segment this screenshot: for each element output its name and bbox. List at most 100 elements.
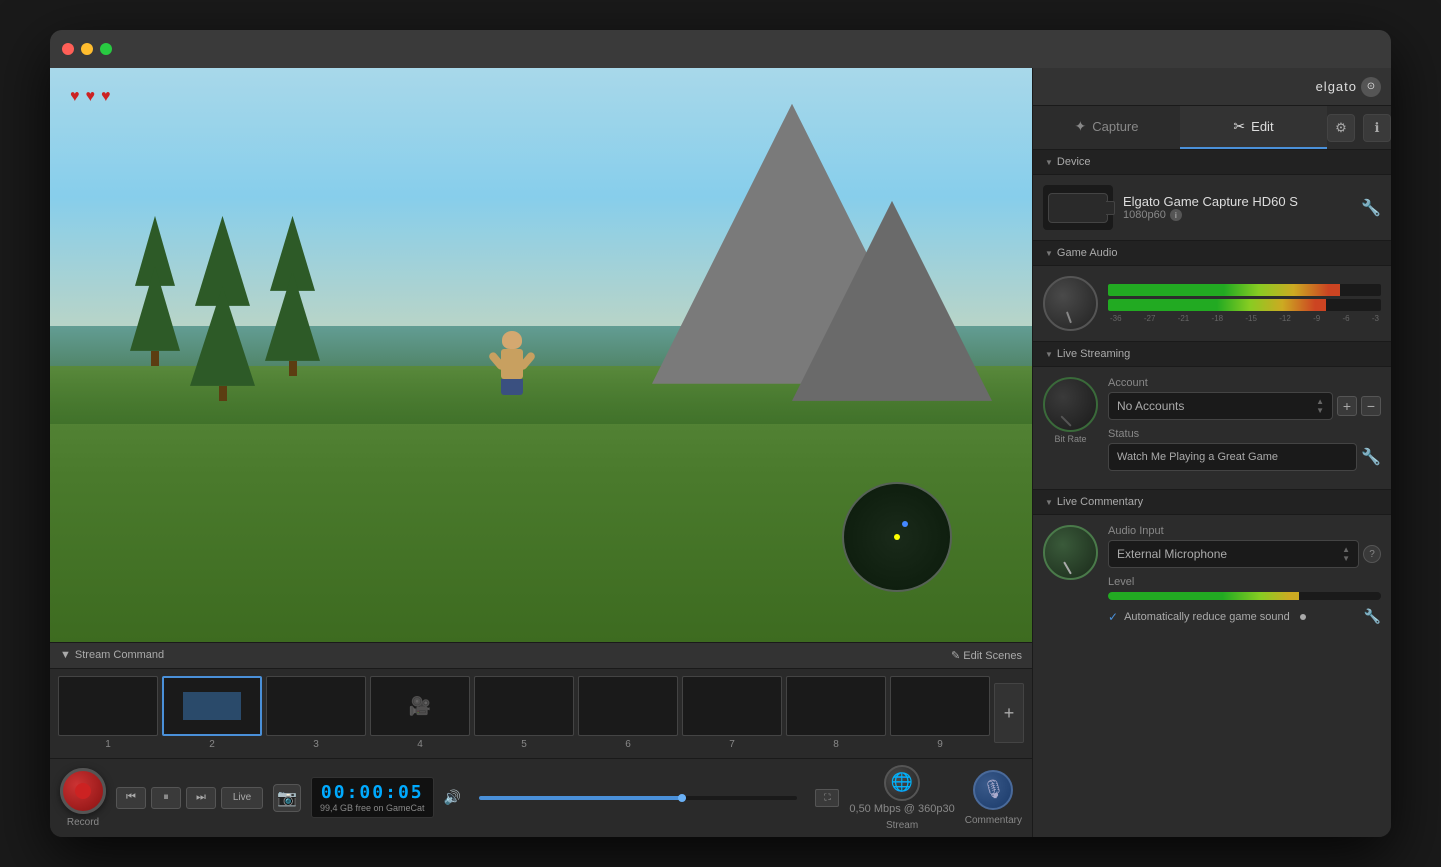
scene-item-8[interactable]: 8: [786, 676, 886, 750]
rewind-button[interactable]: ⏮: [116, 787, 146, 809]
device-info-icon[interactable]: i: [1170, 209, 1182, 221]
commentary-settings-button[interactable]: 🔧: [1364, 608, 1381, 625]
globe-icon: 🌐: [891, 772, 913, 793]
meter-num: -21: [1178, 314, 1190, 323]
audio-select-arrows: ▲ ▼: [1342, 545, 1350, 563]
meter-num: -9: [1313, 314, 1320, 323]
maximize-button[interactable]: [100, 43, 112, 55]
audio-help-button[interactable]: ?: [1363, 545, 1381, 563]
elgato-icon: ⊙: [1361, 77, 1381, 97]
volume-button[interactable]: 🔊: [444, 789, 461, 806]
triangle-icon: ▼: [60, 649, 71, 661]
game-audio-section-label: Game Audio: [1057, 247, 1118, 259]
audio-input-select[interactable]: External Microphone ▲ ▼: [1108, 540, 1359, 568]
timecode-text: 00:00:05: [320, 782, 425, 803]
scene-thumb-2[interactable]: [162, 676, 262, 736]
scene-thumb-1[interactable]: [58, 676, 158, 736]
scene-num-6: 6: [625, 739, 631, 750]
device-info: Elgato Game Capture HD60 S 1080p60 i: [1123, 194, 1351, 221]
meter-num: -12: [1279, 314, 1291, 323]
audio-knob[interactable]: [1043, 276, 1098, 331]
fast-forward-button[interactable]: ⏭: [186, 787, 216, 809]
scene-item-2[interactable]: 2: [162, 676, 262, 750]
status-label: Status: [1108, 428, 1381, 440]
scene-item-7[interactable]: 7: [682, 676, 782, 750]
heart-2: ♥: [86, 88, 96, 106]
info-button[interactable]: ℹ: [1363, 114, 1391, 142]
add-scene-button[interactable]: +: [994, 683, 1024, 743]
character: [492, 331, 532, 401]
audio-meter-2: [1108, 299, 1381, 311]
device-section-label: Device: [1057, 156, 1091, 168]
audio-section: -36 -27 -21 -18 -15 -12 -9 -6 -3: [1033, 266, 1391, 342]
edit-scenes-button[interactable]: ✎ Edit Scenes: [951, 649, 1022, 662]
tree-trunk: [289, 361, 297, 376]
audio-chevron-down-icon: ▼: [1342, 554, 1350, 563]
level-row: Level: [1108, 576, 1381, 600]
scene-thumb-3[interactable]: [266, 676, 366, 736]
tab-capture[interactable]: ✦ Capture: [1033, 106, 1180, 149]
record-button[interactable]: [60, 768, 106, 814]
tree-trunk: [219, 386, 227, 401]
scene-thumb-9[interactable]: [890, 676, 990, 736]
audio-input-row: External Microphone ▲ ▼ ?: [1108, 540, 1381, 568]
level-slider-fill: [1108, 592, 1299, 600]
streaming-settings-button[interactable]: 🔧: [1361, 447, 1381, 467]
audio-meter-bar-1: [1108, 284, 1340, 296]
live-streaming-section-label: Live Streaming: [1057, 348, 1130, 360]
commentary-label: Commentary: [965, 815, 1022, 826]
status-field[interactable]: Watch Me Playing a Great Game: [1108, 443, 1357, 471]
scene-thumb-8[interactable]: [786, 676, 886, 736]
scene-item-6[interactable]: 6: [578, 676, 678, 750]
scene-item-9[interactable]: 9: [890, 676, 990, 750]
scene-thumb-4[interactable]: 🎥: [370, 676, 470, 736]
fullscreen-button[interactable]: ⛶: [815, 789, 839, 807]
select-arrows: ▲ ▼: [1316, 397, 1324, 415]
live-commentary-section-header: ▼ Live Commentary: [1033, 490, 1391, 515]
audio-meter-1: [1108, 284, 1381, 296]
microphone-icon: 🎙: [982, 779, 1005, 800]
streaming-triangle-icon: ▼: [1045, 350, 1053, 359]
scene-item-3[interactable]: 3: [266, 676, 366, 750]
device-section-header: ▼ Device: [1033, 150, 1391, 175]
streaming-knob[interactable]: [1043, 377, 1098, 432]
minimize-button[interactable]: [81, 43, 93, 55]
commentary-button[interactable]: 🎙: [973, 770, 1013, 810]
game-audio-section-header: ▼ Game Audio: [1033, 241, 1391, 266]
minimap-dot: [894, 534, 900, 540]
stream-button[interactable]: 🌐: [884, 765, 920, 801]
scene-num-7: 7: [729, 739, 735, 750]
progress-bar[interactable]: [479, 796, 797, 800]
right-header: elgato ⊙: [1033, 68, 1391, 106]
live-button[interactable]: Live: [221, 787, 263, 809]
hearts: ♥ ♥ ♥: [70, 88, 111, 106]
live-commentary-section-label: Live Commentary: [1057, 496, 1143, 508]
settings-button[interactable]: ⚙: [1327, 114, 1355, 142]
scene-thumb-5[interactable]: [474, 676, 574, 736]
audio-input-label: Audio Input: [1108, 525, 1381, 537]
bitrate-text: 0,50 Mbps @ 360p30: [849, 803, 954, 815]
commentary-knob[interactable]: [1043, 525, 1098, 580]
scene-thumb-7[interactable]: [682, 676, 782, 736]
minimap: [842, 482, 952, 592]
scene-thumb-6[interactable]: [578, 676, 678, 736]
device-image: [1043, 185, 1113, 230]
tab-edit[interactable]: ✂ Edit: [1180, 106, 1327, 149]
checkbox-icon[interactable]: ✓: [1108, 610, 1118, 624]
scene-item-4[interactable]: 🎥 4: [370, 676, 470, 750]
level-slider[interactable]: [1108, 592, 1381, 600]
scene-item-5[interactable]: 5: [474, 676, 574, 750]
auto-reduce-label: Automatically reduce game sound: [1124, 611, 1290, 623]
scene-item-1[interactable]: 1: [58, 676, 158, 750]
close-button[interactable]: [62, 43, 74, 55]
remove-account-button[interactable]: −: [1361, 396, 1381, 416]
screenshot-button[interactable]: 📷: [273, 784, 301, 812]
live-streaming-section-header: ▼ Live Streaming: [1033, 342, 1391, 367]
device-settings-button[interactable]: 🔧: [1361, 198, 1381, 218]
app-window: ♥ ♥ ♥ ▼ Stream Command ✎ Edit Scenes: [50, 30, 1391, 837]
account-select[interactable]: No Accounts ▲ ▼: [1108, 392, 1333, 420]
add-account-button[interactable]: +: [1337, 396, 1357, 416]
stream-command-text: Stream Command: [75, 649, 164, 661]
pause-button[interactable]: ⏸: [151, 787, 181, 809]
streaming-section: Bit Rate Account No Accounts ▲: [1033, 367, 1391, 490]
